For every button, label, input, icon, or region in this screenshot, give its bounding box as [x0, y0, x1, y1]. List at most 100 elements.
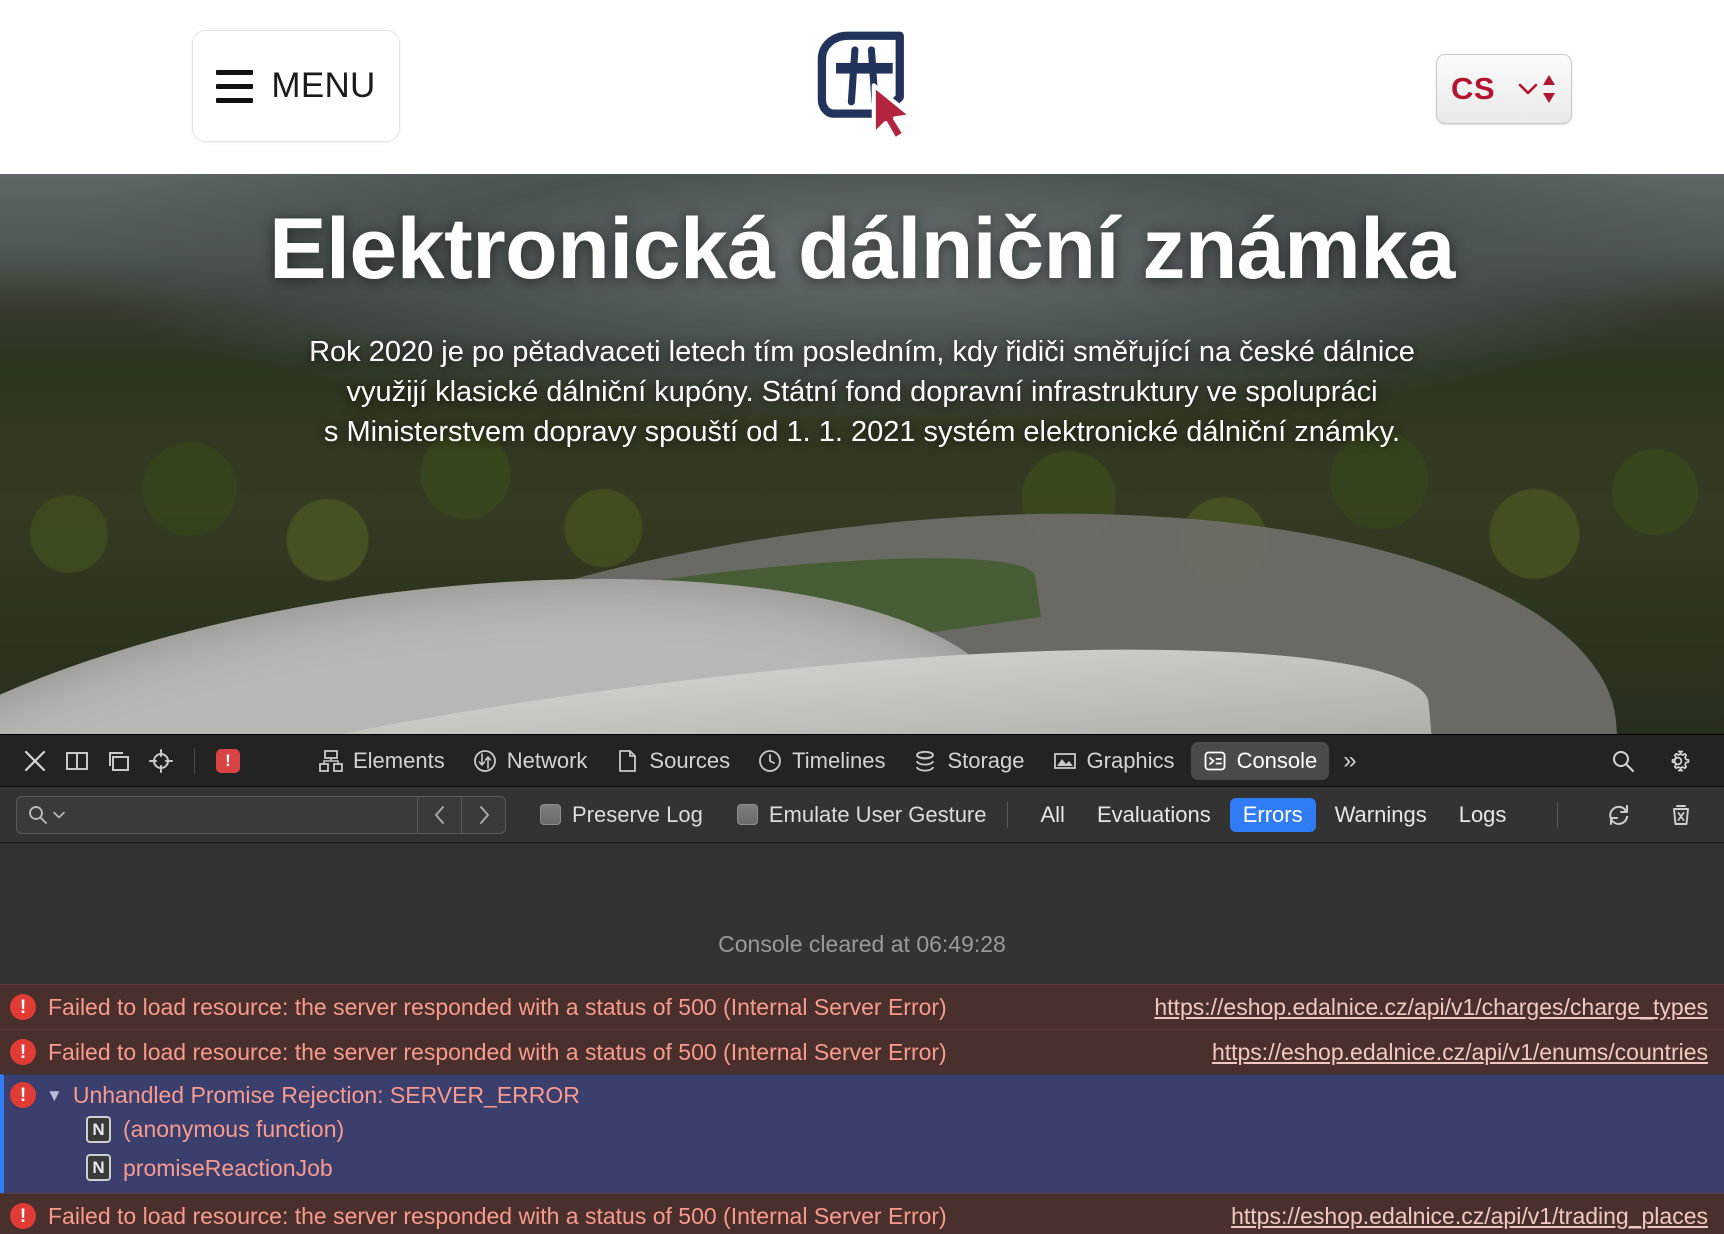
menu-button-label: MENU — [271, 66, 376, 105]
chevron-right-icon — [479, 805, 489, 824]
tab-graphics-label: Graphics — [1086, 747, 1175, 773]
network-icon — [473, 749, 496, 772]
console-icon — [1204, 751, 1225, 770]
console-search-field[interactable] — [17, 803, 417, 826]
console-message-list[interactable]: Console cleared at 06:49:28 ! Failed to … — [0, 843, 1724, 1234]
language-selector-value: CS — [1451, 71, 1496, 106]
dock-undock-icon[interactable] — [98, 742, 140, 780]
console-message-header[interactable]: ! ▼ Unhandled Promise Rejection: SERVER_… — [10, 1081, 1708, 1110]
storage-icon — [916, 750, 935, 772]
close-icon[interactable] — [14, 742, 56, 780]
inspector-toolbar-right — [1602, 742, 1710, 780]
tab-console-label: Console — [1236, 747, 1318, 773]
console-message-row-selected[interactable]: ! ▼ Unhandled Promise Rejection: SERVER_… — [0, 1074, 1724, 1194]
language-selector[interactable]: CS — [1436, 54, 1572, 124]
hero-paragraph: Rok 2020 je po pětadvaceti letech tím po… — [0, 332, 1724, 452]
console-message-text: Failed to load resource: the server resp… — [48, 1202, 947, 1229]
stack-frame-label: (anonymous function) — [123, 1115, 345, 1142]
menu-button[interactable]: MENU — [192, 30, 400, 142]
stack-frame-row[interactable]: N promiseReactionJob — [10, 1149, 1708, 1188]
tab-timelines-label: Timelines — [792, 747, 886, 773]
console-filter-actions — [1537, 796, 1708, 834]
reload-icon[interactable] — [1598, 796, 1640, 834]
tab-console[interactable]: Console — [1190, 741, 1330, 780]
filter-divider — [1006, 801, 1008, 828]
hero-paragraph-line-1: Rok 2020 je po pětadvaceti letech tím po… — [309, 336, 1415, 369]
inspector-tab-bar: Elements Network Sources Timelines Stora… — [307, 741, 1367, 780]
stepper-arrows-icon — [1543, 75, 1555, 103]
tab-storage-label: Storage — [947, 747, 1025, 773]
stack-frame-label: promiseReactionJob — [123, 1154, 333, 1181]
sources-icon — [619, 749, 637, 772]
preserve-log-label: Preserve Log — [572, 801, 703, 827]
console-checkbox-group: Preserve Log Emulate User Gesture — [540, 802, 987, 828]
console-message-url[interactable]: https://eshop.edalnice.cz/api/v1/charges… — [1154, 993, 1708, 1022]
site-logo[interactable] — [797, 18, 927, 148]
console-cleared-notice: Console cleared at 06:49:28 — [718, 931, 1006, 957]
console-message-url[interactable]: https://eshop.edalnice.cz/api/v1/trading… — [1231, 1202, 1708, 1231]
scope-errors[interactable]: Errors — [1229, 797, 1316, 832]
search-icon — [29, 805, 47, 824]
tab-sources[interactable]: Sources — [603, 742, 742, 780]
highway-sign-cursor-logo — [817, 31, 914, 142]
hero-paragraph-line-2: využijí klasické dálniční kupóny. Státní… — [346, 376, 1378, 409]
search-next-button[interactable] — [461, 796, 505, 833]
tab-timelines[interactable]: Timelines — [746, 742, 897, 780]
scope-warnings[interactable]: Warnings — [1322, 798, 1440, 832]
inspect-element-icon[interactable] — [140, 742, 182, 780]
console-filter-bar: Preserve Log Emulate User Gesture All Ev… — [0, 787, 1724, 843]
tab-elements-label: Elements — [353, 747, 445, 773]
dock-side-icon[interactable] — [56, 742, 98, 780]
hero-banner: Elektronická dálniční známka Rok 2020 je… — [0, 174, 1724, 734]
console-message-row[interactable]: ! Failed to load resource: the server re… — [0, 984, 1724, 1029]
scope-evaluations[interactable]: Evaluations — [1084, 798, 1224, 832]
tab-storage[interactable]: Storage — [901, 742, 1036, 780]
hero-paragraph-line-3: s Ministerstvem dopravy spouští od 1. 1.… — [323, 416, 1401, 449]
hamburger-icon — [216, 69, 254, 103]
error-badge-icon[interactable]: ! — [207, 742, 249, 780]
hero-content: Elektronická dálniční známka Rok 2020 je… — [0, 174, 1724, 452]
emulate-user-gesture-label: Emulate User Gesture — [768, 801, 987, 827]
filter-divider — [1557, 801, 1558, 828]
disclosure-triangle-icon[interactable]: ▼ — [46, 1085, 63, 1106]
inspector-toolbar: ! Elements Network Sources Timelines Sto… — [0, 735, 1724, 787]
console-search-box[interactable] — [16, 795, 506, 834]
scope-logs[interactable]: Logs — [1446, 798, 1520, 832]
tab-elements[interactable]: Elements — [307, 742, 457, 780]
trash-clear-icon[interactable] — [1660, 796, 1702, 834]
console-message-row[interactable]: ! Failed to load resource: the server re… — [0, 1193, 1724, 1234]
more-tabs-button[interactable]: » — [1333, 747, 1366, 775]
toolbar-divider — [194, 747, 195, 774]
scope-all[interactable]: All — [1028, 798, 1078, 832]
native-frame-icon: N — [86, 1154, 111, 1182]
console-message-text: Unhandled Promise Rejection: SERVER_ERRO… — [72, 1082, 580, 1108]
checkbox-box — [540, 804, 561, 825]
stack-frame-row[interactable]: N (anonymous function) — [10, 1110, 1708, 1149]
search-icon[interactable] — [1602, 742, 1644, 780]
console-scope-filters: All Evaluations Errors Warnings Logs — [1028, 797, 1520, 832]
chevron-down-icon — [53, 811, 65, 818]
gear-icon[interactable] — [1662, 742, 1704, 780]
tab-network-label: Network — [506, 747, 588, 773]
site-header: MENU CS — [0, 0, 1724, 174]
console-message-url[interactable]: https://eshop.edalnice.cz/api/v1/enums/c… — [1212, 1038, 1708, 1067]
page-title: Elektronická dálniční známka — [269, 201, 1455, 297]
tab-graphics[interactable]: Graphics — [1041, 742, 1187, 780]
graphics-icon — [1053, 752, 1076, 769]
tab-network[interactable]: Network — [461, 742, 600, 780]
console-message-text: Failed to load resource: the server resp… — [48, 993, 947, 1020]
error-icon: ! — [10, 1203, 36, 1230]
checkbox-box — [736, 804, 758, 825]
tab-sources-label: Sources — [649, 747, 731, 773]
error-icon: ! — [10, 1082, 36, 1109]
preserve-log-checkbox[interactable]: Preserve Log — [540, 802, 703, 828]
chevron-down-icon — [1517, 72, 1557, 106]
console-search-input[interactable] — [69, 803, 407, 826]
web-inspector: ! Elements Network Sources Timelines Sto… — [0, 734, 1724, 1234]
search-prev-button[interactable] — [417, 796, 461, 833]
console-message-row[interactable]: ! Failed to load resource: the server re… — [0, 1029, 1724, 1074]
error-icon: ! — [10, 1039, 36, 1065]
console-message-text: Failed to load resource: the server resp… — [48, 1038, 947, 1065]
emulate-user-gesture-checkbox[interactable]: Emulate User Gesture — [736, 801, 987, 828]
elements-icon — [319, 749, 343, 772]
